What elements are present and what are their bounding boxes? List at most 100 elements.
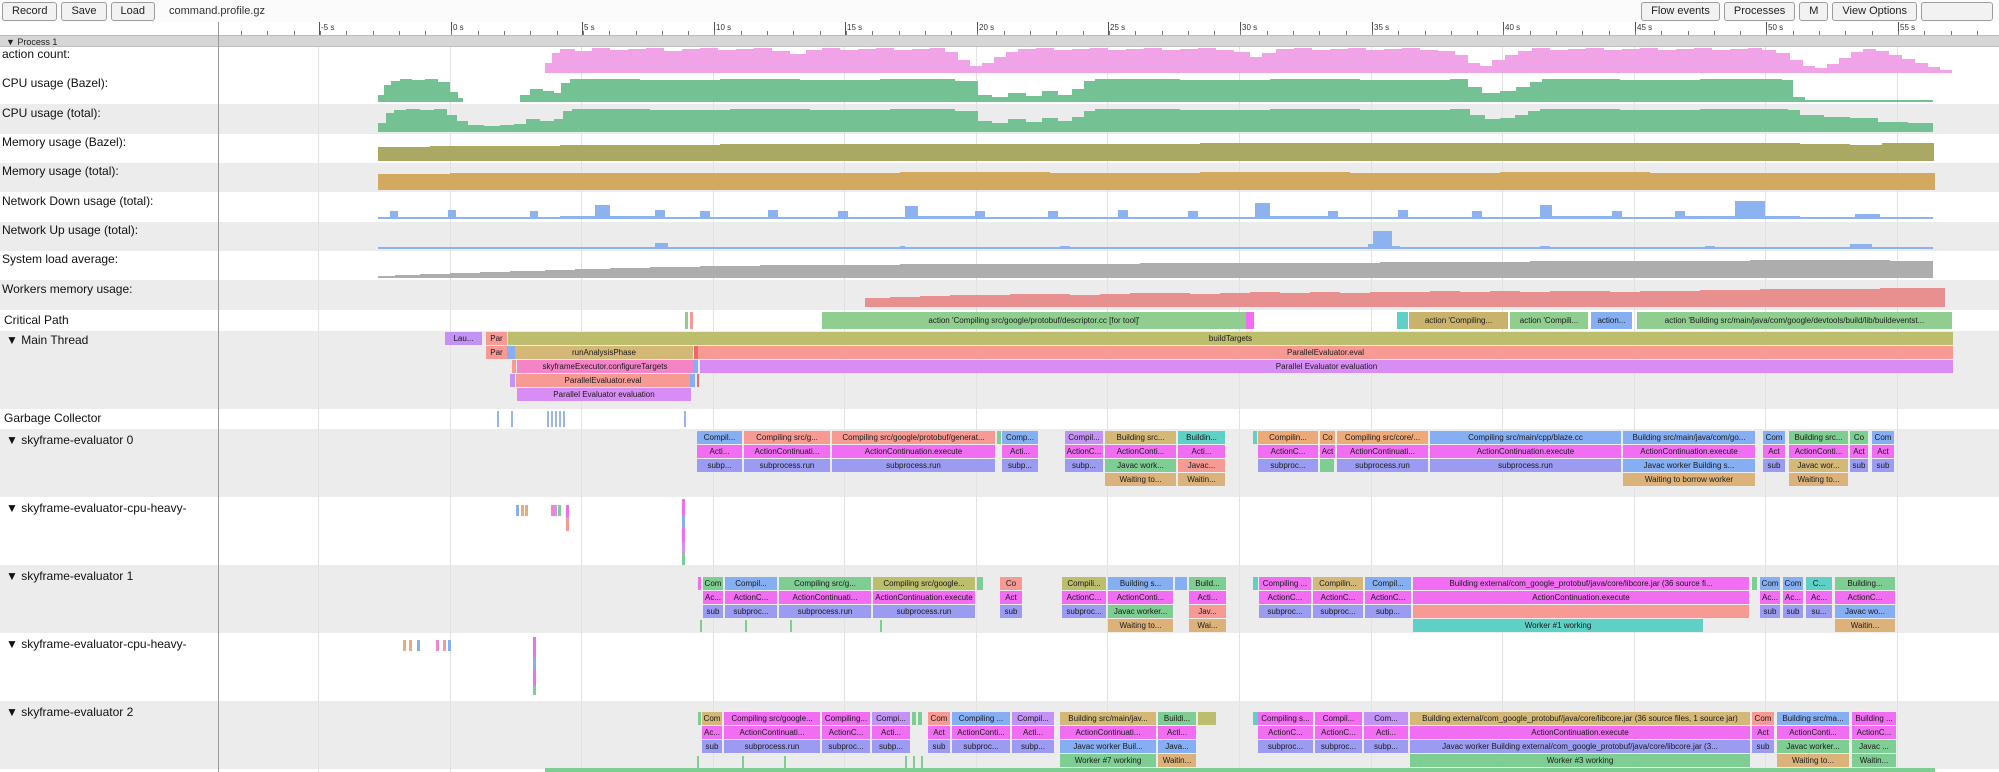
counter-segment[interactable] — [1180, 49, 1198, 73]
counter-segment[interactable] — [1090, 48, 1108, 73]
evaluator-1-bar[interactable] — [1413, 605, 1749, 618]
evaluator-2-bar[interactable]: ActionC... — [822, 726, 870, 739]
evaluator-0-bar[interactable]: subproc... — [1258, 459, 1318, 472]
cpu-heavy-event-tick[interactable] — [682, 528, 685, 542]
cpu-heavy-event-tick[interactable] — [554, 505, 557, 516]
counter-segment[interactable] — [1700, 143, 1800, 161]
counter-segment[interactable] — [1084, 81, 1095, 102]
evaluator-1-bar[interactable]: Building... — [1835, 577, 1895, 590]
counter-segment[interactable] — [545, 270, 575, 278]
counter-segment[interactable] — [628, 49, 646, 73]
counter-segment[interactable] — [876, 48, 894, 73]
counter-segment[interactable] — [700, 48, 718, 73]
counter-segment[interactable] — [668, 247, 900, 249]
counter-segment[interactable] — [554, 119, 563, 132]
evaluator-2-bar[interactable]: Java... — [1158, 740, 1196, 753]
counter-segment[interactable] — [950, 295, 980, 307]
evaluator-2-bar[interactable]: subproc... — [1315, 740, 1362, 753]
counter-segment[interactable] — [1915, 63, 1928, 73]
evaluator-2-bar[interactable]: Acti... — [1012, 726, 1054, 739]
counter-segment[interactable] — [456, 217, 530, 219]
evaluator-0-bar[interactable]: Acti... — [697, 445, 742, 458]
counter-segment[interactable] — [800, 80, 880, 102]
evaluator-0-bar[interactable]: subprocess.run — [832, 459, 995, 472]
evaluator-2-bar[interactable]: Waitin... — [1852, 754, 1896, 767]
counter-segment[interactable] — [810, 110, 890, 132]
evaluator-1-bar[interactable]: Ac... — [703, 591, 723, 604]
evaluator-1-bar[interactable]: su... — [1806, 605, 1832, 618]
counter-segment[interactable] — [982, 63, 994, 73]
counter-segment[interactable] — [378, 174, 450, 190]
counter-segment[interactable] — [1850, 289, 1880, 307]
evaluator-0-bar[interactable]: Act — [1320, 445, 1335, 458]
evaluator-1-bar[interactable]: subproc... — [725, 605, 777, 618]
counter-segment[interactable] — [1408, 217, 1472, 219]
counter-segment[interactable] — [1200, 172, 1350, 190]
evaluator-2-bar[interactable]: Building src/main/jav... — [1060, 712, 1156, 725]
cpu-heavy-event-tick[interactable] — [409, 640, 412, 651]
evaluator-0-bar[interactable]: ActionContinuation.execute — [832, 445, 995, 458]
evaluator-1-bar[interactable]: Building external/com_google_protobuf/ja… — [1413, 577, 1749, 590]
gc-event-tick[interactable] — [511, 411, 513, 427]
counter-segment[interactable] — [1100, 144, 1200, 161]
counter-segment[interactable] — [1528, 111, 1540, 132]
evaluator-1-bar[interactable]: C... — [1806, 577, 1832, 590]
counter-segment[interactable] — [1455, 55, 1468, 73]
counter-segment[interactable] — [1026, 96, 1042, 102]
counter-segment[interactable] — [1500, 91, 1516, 102]
counter-segment[interactable] — [1880, 217, 1933, 219]
counter-segment[interactable] — [530, 89, 543, 102]
counter-segment[interactable] — [560, 145, 640, 161]
evaluator-2-bar[interactable]: ActionC... — [1852, 726, 1896, 739]
counter-segment[interactable] — [484, 126, 500, 132]
evaluator-0-bar[interactable]: Comp... — [1002, 431, 1038, 444]
counter-segment[interactable] — [447, 115, 457, 132]
evaluator-1-bar[interactable]: Build... — [1189, 577, 1226, 590]
counter-segment[interactable] — [391, 81, 400, 102]
counter-segment[interactable] — [958, 60, 970, 73]
evaluator-0-bar[interactable]: ActionConti... — [1789, 445, 1848, 458]
evaluator-0-bar[interactable] — [997, 431, 1001, 444]
evaluator-1-bar[interactable]: Ac... — [1783, 591, 1803, 604]
counter-segment[interactable] — [1042, 91, 1058, 102]
counter-segment[interactable] — [700, 266, 760, 278]
counter-segment[interactable] — [1827, 64, 1839, 73]
evaluator-2-bar[interactable]: Com — [1752, 712, 1774, 725]
counter-segment[interactable] — [1188, 211, 1198, 219]
cpu-heavy-event-tick[interactable] — [525, 505, 528, 516]
evaluator-2-bar[interactable]: Compiling src/google... — [724, 712, 820, 725]
counter-segment[interactable] — [718, 50, 736, 73]
counter-segment[interactable] — [1540, 109, 1620, 132]
counter-segment[interactable] — [1610, 292, 1640, 307]
counter-segment[interactable] — [772, 51, 790, 73]
counter-segment[interactable] — [378, 247, 650, 249]
counter-segment[interactable] — [730, 109, 810, 132]
counter-segment[interactable] — [800, 144, 900, 161]
evaluator-0-bar[interactable]: Waitin... — [1178, 473, 1225, 486]
counter-segment[interactable] — [450, 92, 458, 102]
counter-segment[interactable] — [1855, 214, 1880, 219]
cpu-heavy-event-tick[interactable] — [682, 499, 685, 515]
counter-segment[interactable] — [1310, 292, 1340, 307]
counter-segment[interactable] — [1118, 210, 1128, 219]
counter-segment[interactable] — [980, 264, 1060, 278]
counter-segment[interactable] — [1586, 48, 1604, 73]
counter-segment[interactable] — [918, 216, 975, 219]
evaluator-2-bar[interactable]: subp... — [872, 740, 910, 753]
counter-segment[interactable] — [572, 109, 650, 132]
counter-segment[interactable] — [1010, 294, 1040, 307]
evaluator-1-bar[interactable]: ActionC... — [725, 591, 777, 604]
evaluator-1-bar[interactable]: subproc... — [1062, 605, 1106, 618]
evaluator-1-bar[interactable]: ActionC... — [1365, 591, 1411, 604]
counter-segment[interactable] — [1338, 217, 1398, 219]
gc-event-tick[interactable] — [684, 411, 686, 427]
counter-segment[interactable] — [500, 146, 560, 161]
counter-segment[interactable] — [398, 217, 448, 219]
counter-segment[interactable] — [526, 119, 540, 132]
evaluator-0-bar[interactable]: Waiting to... — [1789, 473, 1848, 486]
counter-segment[interactable] — [970, 66, 982, 73]
counter-segment[interactable] — [1144, 48, 1162, 73]
counter-segment[interactable] — [1532, 48, 1550, 73]
counter-segment[interactable] — [1715, 247, 1850, 249]
counter-segment[interactable] — [760, 265, 830, 278]
